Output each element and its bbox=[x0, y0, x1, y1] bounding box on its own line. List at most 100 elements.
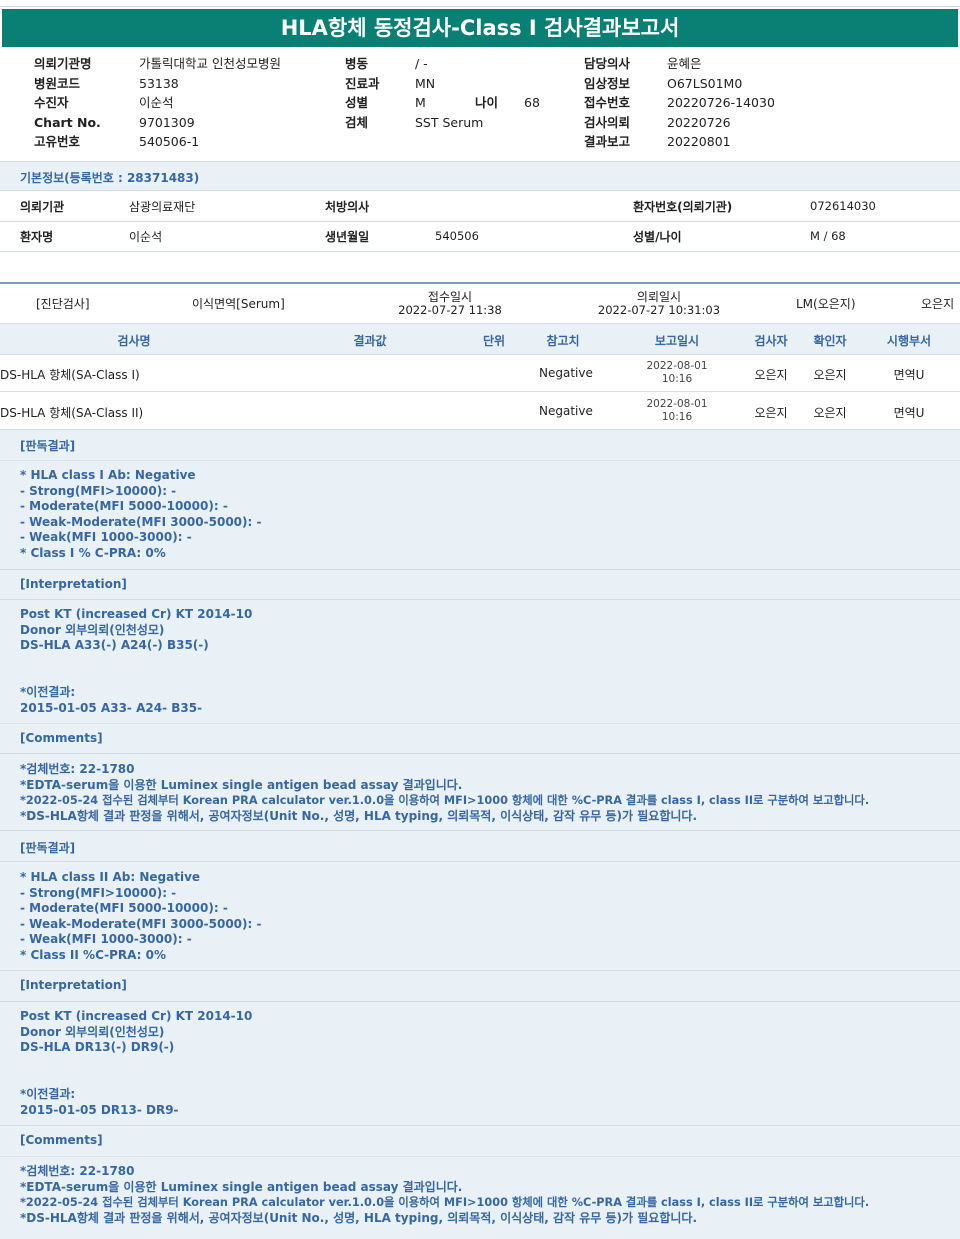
line: Post KT (increased Cr) KT 2014-10 bbox=[20, 607, 253, 621]
divider bbox=[0, 569, 960, 570]
top-border bbox=[0, 0, 960, 7]
section-body-reading-class1: * HLA class I Ab: Negative - Strong(MFI>… bbox=[20, 468, 261, 562]
line: 2015-01-05 A33- A24- B35- bbox=[20, 700, 203, 715]
divider bbox=[0, 861, 960, 862]
label-prescriber: 처방의사 bbox=[325, 200, 370, 214]
line: *이전결과: bbox=[20, 684, 76, 699]
line: - Weak(MFI 1000-3000): - bbox=[20, 932, 192, 947]
section-title: [판독결과] bbox=[20, 841, 76, 855]
line: *DS-HLA항체 결과 판정을 위해서, 공여자정보(Unit No., 성명… bbox=[20, 1210, 697, 1225]
col-reference: 참고치 bbox=[546, 334, 580, 348]
line: * HLA class II Ab: Negative bbox=[20, 870, 201, 884]
label-patient-no: 환자번호(의뢰기관) bbox=[633, 200, 733, 214]
label-department: 진료과 bbox=[345, 75, 380, 91]
divider bbox=[0, 830, 960, 831]
row-tester: 오은지 bbox=[754, 406, 788, 420]
value-sex: M bbox=[415, 95, 426, 110]
section-body-comments-class2: *검체번호: 22-1780 *EDTA-serum을 이용한 Luminex … bbox=[20, 1164, 869, 1226]
label-result-report: 결과보고 bbox=[584, 134, 631, 149]
divider bbox=[0, 354, 960, 355]
label-doctor: 담당의사 bbox=[584, 56, 631, 71]
line: *2022-05-24 접수된 검체부터 Korean PRA calculat… bbox=[20, 794, 870, 808]
row-report-time: 10:16 bbox=[661, 411, 693, 423]
value-age: 68 bbox=[524, 95, 540, 110]
table-header: 검사명 결과값 단위 참고치 보고일시 검사자 확인자 시행부서 bbox=[0, 324, 960, 354]
section-title: [Comments] bbox=[20, 1133, 103, 1147]
line: 2015-01-05 DR13- DR9- bbox=[20, 1102, 179, 1117]
value-unique-no: 540506-1 bbox=[139, 134, 200, 149]
received-value: 2022-07-27 11:38 bbox=[398, 303, 502, 317]
line bbox=[20, 1056, 252, 1072]
label-ward: 병동 bbox=[345, 56, 369, 71]
header-col2: 병동 / - 진료과 MN 성별 M 나이 68 검체 SST Serum bbox=[345, 54, 540, 132]
section-body-interpretation-class1: Post KT (increased Cr) KT 2014-10 Donor … bbox=[20, 607, 252, 716]
row-tester: 오은지 bbox=[754, 368, 788, 382]
row-department: 면역U bbox=[893, 368, 925, 382]
value-patient-name: 이순석 bbox=[129, 230, 163, 244]
value-sex-age: M / 68 bbox=[810, 229, 846, 243]
value-requester: 삼광의료재단 bbox=[129, 200, 196, 214]
value-receipt-no: 20220726-14030 bbox=[667, 95, 775, 110]
thick-divider bbox=[0, 282, 960, 284]
divider bbox=[0, 1125, 960, 1126]
value-patient-no: 072614030 bbox=[810, 199, 876, 213]
col-confirmer: 확인자 bbox=[813, 334, 847, 348]
label-birthdate: 생년월일 bbox=[325, 230, 370, 244]
value-requester-org: 가톨릭대학교 인천성모병원 bbox=[139, 56, 281, 71]
divider bbox=[0, 391, 960, 392]
divider bbox=[0, 190, 960, 191]
exam-category: [진단검사] bbox=[36, 297, 90, 311]
divider bbox=[0, 753, 960, 754]
divider bbox=[0, 599, 960, 600]
line: *이전결과: bbox=[20, 1086, 76, 1101]
col-unit: 단위 bbox=[482, 334, 506, 348]
section-body-reading-class2: * HLA class II Ab: Negative - Strong(MFI… bbox=[20, 870, 261, 964]
value-result-report: 20220801 bbox=[667, 134, 731, 149]
label-unique-no: 고유번호 bbox=[34, 134, 81, 149]
row-test-name: DS-HLA 항체(SA-Class I) bbox=[0, 368, 140, 382]
value-chart-no: 9701309 bbox=[139, 114, 195, 130]
label-receipt-no: 접수번호 bbox=[584, 95, 631, 110]
line: *검체번호: 22-1780 bbox=[20, 762, 135, 776]
exam-specimen: 이식면역[Serum] bbox=[192, 297, 285, 311]
line: Post KT (increased Cr) KT 2014-10 bbox=[20, 1009, 253, 1023]
line: - Strong(MFI>10000): - bbox=[20, 885, 177, 900]
label-clinical-info: 임상정보 bbox=[584, 75, 631, 91]
line: - Strong(MFI>10000): - bbox=[20, 483, 177, 498]
section-title: [Interpretation] bbox=[20, 978, 127, 992]
col-test-name: 검사명 bbox=[117, 334, 151, 348]
label-chart-no: Chart No. bbox=[34, 114, 101, 130]
header-col1: 의뢰기관명 가톨릭대학교 인천성모병원 병원코드 53138 수진자 이순석 Char… bbox=[34, 54, 281, 152]
row-department: 면역U bbox=[893, 406, 925, 420]
label-hospital-code: 병원코드 bbox=[34, 75, 81, 91]
line: * Class I % C-PRA: 0% bbox=[20, 545, 166, 560]
row-confirmer: 오은지 bbox=[813, 406, 847, 420]
divider bbox=[0, 221, 960, 222]
line: *EDTA-serum을 이용한 Luminex single antigen … bbox=[20, 1179, 463, 1194]
line: DS-HLA DR13(-) DR9(-) bbox=[20, 1040, 175, 1055]
line bbox=[20, 654, 252, 670]
header-col3: 담당의사 윤혜은 임상정보 O67LS01M0 접수번호 20220726-14030… bbox=[584, 54, 775, 152]
label-requester: 의뢰기관 bbox=[20, 200, 65, 214]
exam-lm: LM(오은지) bbox=[796, 297, 856, 311]
requested-value: 2022-07-27 10:31:03 bbox=[597, 303, 721, 317]
label-specimen: 검체 bbox=[345, 114, 369, 130]
line: * HLA class I Ab: Negative bbox=[20, 468, 196, 482]
report-title: HLA항체 동정검사-Class I 검사결과보고서 bbox=[2, 9, 958, 47]
divider bbox=[0, 1001, 960, 1002]
value-doctor: 윤혜은 bbox=[667, 56, 702, 71]
line: - Weak-Moderate(MFI 3000-5000): - bbox=[20, 514, 262, 529]
value-test-request: 20220726 bbox=[667, 114, 731, 130]
exam-examiner: 오은지 bbox=[921, 297, 955, 311]
row-report-date: 2022-08-01 bbox=[646, 398, 708, 410]
line: *DS-HLA항체 결과 판정을 위해서, 공여자정보(Unit No., 성명… bbox=[20, 808, 697, 823]
section-title: [Interpretation] bbox=[20, 577, 127, 591]
section-title: [Comments] bbox=[20, 731, 103, 745]
line bbox=[20, 1071, 252, 1087]
line: - Weak(MFI 1000-3000): - bbox=[20, 530, 192, 545]
row-report-time: 10:16 bbox=[661, 373, 693, 385]
divider bbox=[0, 970, 960, 971]
col-report-date: 보고일시 bbox=[654, 334, 700, 348]
line bbox=[20, 669, 252, 685]
value-hospital-code: 53138 bbox=[139, 75, 179, 91]
